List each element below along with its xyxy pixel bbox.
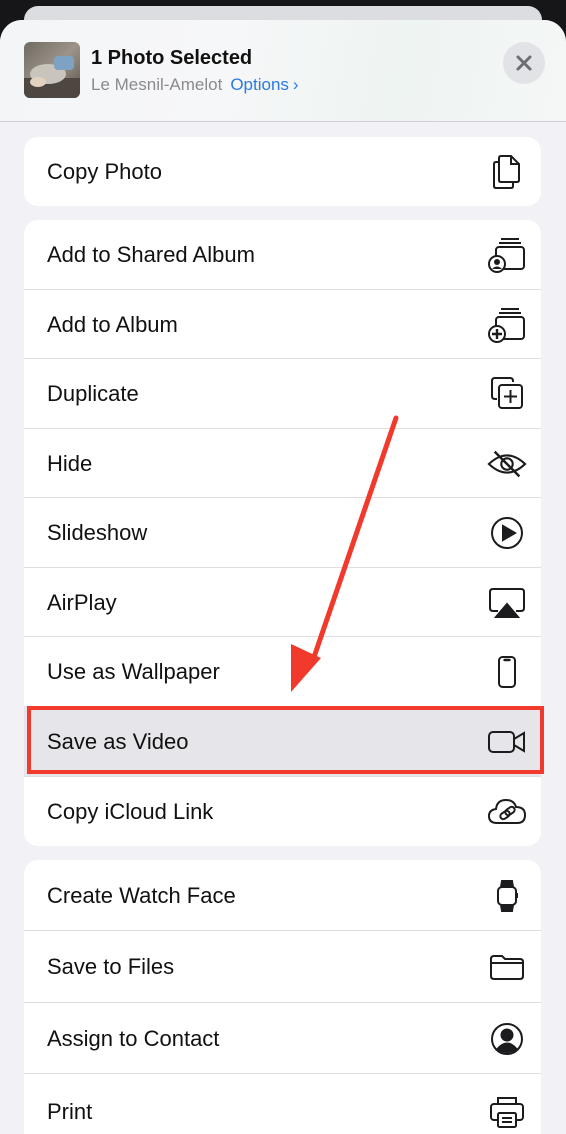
share-sheet-title: 1 Photo Selected [91, 47, 253, 69]
action-group-more: Create Watch Face Save to Files Assign t… [24, 860, 541, 1134]
options-link[interactable]: Options › [230, 75, 298, 94]
action-add-to-album[interactable]: Add to Album [24, 290, 541, 359]
duplicate-icon [487, 374, 527, 414]
photo-thumbnail[interactable] [24, 42, 80, 98]
watch-icon [487, 876, 527, 916]
action-copy-icloud-link[interactable]: Copy iCloud Link [24, 777, 541, 846]
share-sheet-subtitle: Le Mesnil-Amelot Options › [91, 75, 299, 95]
action-label: Add to Album [47, 311, 178, 337]
options-label: Options [230, 75, 289, 94]
eye-slash-icon [487, 444, 527, 484]
close-button[interactable] [503, 42, 545, 84]
action-save-to-files[interactable]: Save to Files [24, 931, 541, 1003]
action-label: Assign to Contact [47, 1025, 220, 1051]
annotation-highlight-box [27, 706, 544, 774]
action-use-as-wallpaper[interactable]: Use as Wallpaper [24, 637, 541, 707]
action-label: Add to Shared Album [47, 242, 255, 267]
action-create-watch-face[interactable]: Create Watch Face [24, 860, 541, 931]
share-sheet-header: 1 Photo Selected Le Mesnil-Amelot Options… [0, 20, 566, 122]
action-print[interactable]: Print [24, 1074, 541, 1134]
action-label: Print [47, 1099, 93, 1124]
play-circle-icon [487, 513, 527, 553]
location-label: Le Mesnil-Amelot [91, 75, 223, 94]
copy-icon [487, 152, 527, 192]
action-airplay[interactable]: AirPlay [24, 568, 541, 637]
shared-album-icon [487, 235, 527, 275]
airplay-icon [487, 583, 527, 623]
action-hide[interactable]: Hide [24, 429, 541, 498]
action-slideshow[interactable]: Slideshow [24, 498, 541, 568]
action-group-copy: Copy Photo [24, 137, 541, 206]
action-label: Hide [47, 450, 93, 476]
action-label: Duplicate [47, 381, 139, 406]
printer-icon [487, 1092, 527, 1132]
action-duplicate[interactable]: Duplicate [24, 359, 541, 429]
action-add-to-shared-album[interactable]: Add to Shared Album [24, 220, 541, 290]
contact-icon [487, 1019, 527, 1059]
action-label: Use as Wallpaper [47, 659, 220, 684]
share-sheet: 1 Photo Selected Le Mesnil-Amelot Options… [0, 20, 566, 1134]
action-copy-photo[interactable]: Copy Photo [24, 137, 541, 206]
folder-icon [487, 947, 527, 987]
action-label: AirPlay [47, 589, 117, 615]
chevron-right-icon: › [292, 75, 299, 94]
add-album-icon [487, 305, 527, 345]
action-label: Slideshow [47, 520, 148, 545]
close-icon [516, 55, 532, 71]
action-assign-to-contact[interactable]: Assign to Contact [24, 1003, 541, 1074]
cloud-link-icon [487, 792, 527, 832]
action-label: Copy iCloud Link [47, 798, 214, 824]
phone-icon [487, 652, 527, 692]
action-label: Save to Files [47, 954, 175, 979]
action-label: Create Watch Face [47, 882, 236, 908]
action-label: Copy Photo [47, 158, 162, 184]
